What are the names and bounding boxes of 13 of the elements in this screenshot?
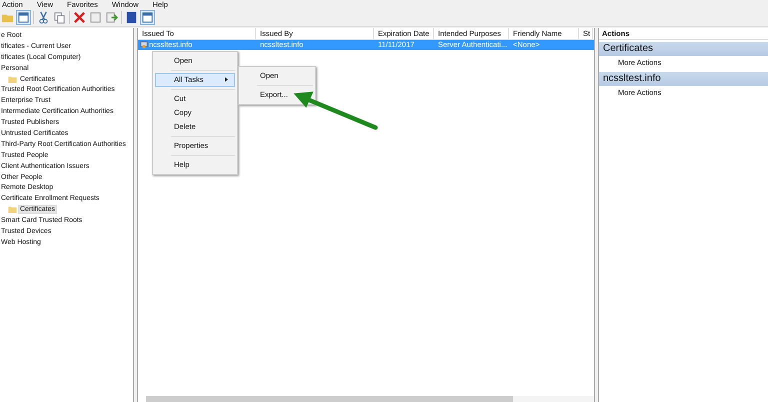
folder-icon bbox=[8, 76, 17, 82]
caret-icon bbox=[225, 77, 228, 82]
certificate-icon bbox=[140, 41, 148, 49]
folder-icon bbox=[8, 206, 17, 214]
section-header[interactable]: ncssltest.info bbox=[599, 72, 768, 86]
delete-icon[interactable] bbox=[73, 11, 86, 24]
window-icon[interactable] bbox=[141, 11, 154, 24]
section-header[interactable]: Certificates bbox=[599, 42, 768, 56]
horizontal-scrollbar[interactable] bbox=[146, 396, 594, 402]
scissors-icon[interactable] bbox=[37, 11, 50, 24]
window-icon[interactable] bbox=[17, 11, 30, 24]
copy-icon[interactable] bbox=[53, 11, 66, 24]
export-icon[interactable] bbox=[105, 11, 118, 24]
